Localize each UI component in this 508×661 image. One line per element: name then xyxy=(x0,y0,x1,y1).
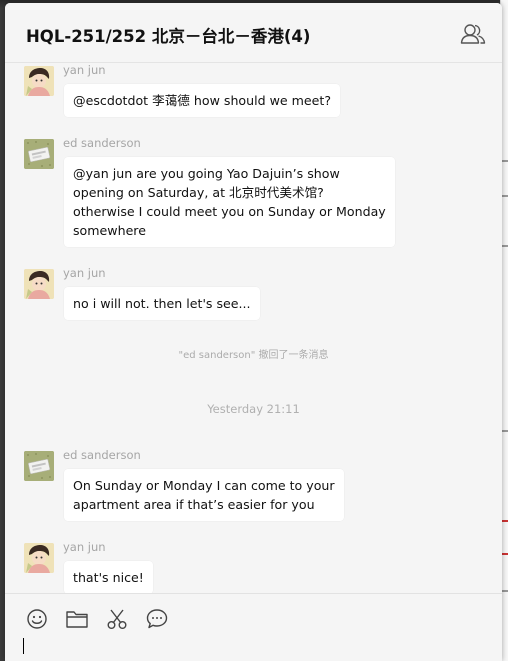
message-bubble[interactable]: that's nice! xyxy=(64,561,153,594)
sender-name: ed sanderson xyxy=(63,136,141,150)
background-mark xyxy=(502,195,508,197)
yan-jun-avatar[interactable] xyxy=(24,66,54,96)
sender-name: yan jun xyxy=(63,266,106,280)
message-bubble[interactable]: On Sunday or Monday I can come to your a… xyxy=(64,469,344,521)
chat-header: HQL-251/252 北京－台北－香港(4) xyxy=(5,3,502,63)
sender-name: ed sanderson xyxy=(63,448,141,462)
sender-name: yan jun xyxy=(63,64,106,77)
sender-name: yan jun xyxy=(63,540,106,554)
timestamp-divider: Yesterday 21:11 xyxy=(207,402,300,416)
ed-sanderson-avatar[interactable] xyxy=(24,451,54,481)
background-mark xyxy=(502,553,508,555)
message-line: @escdotdot 李蔼德 how should we meet? xyxy=(73,93,332,108)
message-line: opening on Saturday, at 北京时代美术馆? xyxy=(73,185,324,200)
emoji-icon[interactable] xyxy=(25,608,49,630)
background-mark xyxy=(502,520,508,522)
background-mark xyxy=(502,245,508,247)
message-line: otherwise I could meet you on Sunday or … xyxy=(73,204,386,219)
yan-jun-avatar[interactable] xyxy=(24,269,54,299)
scissors-icon[interactable] xyxy=(105,608,129,630)
background-mark xyxy=(502,160,508,162)
message-line: somewhere xyxy=(73,223,146,238)
message-line: no i will not. then let's see... xyxy=(73,296,251,311)
message-composer[interactable] xyxy=(5,593,502,661)
message-line: @yan jun are you going Yao Dajuin’s show xyxy=(73,166,340,181)
system-note: "ed sanderson" 撤回了一条消息 xyxy=(178,350,329,361)
message-bubble[interactable]: @yan jun are you going Yao Dajuin’s show… xyxy=(64,157,395,247)
folder-icon[interactable] xyxy=(65,608,89,630)
ed-sanderson-avatar[interactable] xyxy=(24,139,54,169)
yan-jun-avatar[interactable] xyxy=(24,543,54,573)
message-list[interactable]: yan jun @escdotdot 李蔼德 how should we mee… xyxy=(5,64,502,594)
group-icon[interactable] xyxy=(460,22,486,46)
message-line: that's nice! xyxy=(73,570,144,585)
background-mark xyxy=(502,430,508,432)
message-line: apartment area if that’s easier for you xyxy=(73,497,315,512)
chat-title: HQL-251/252 北京－台北－香港(4) xyxy=(26,27,311,46)
text-cursor xyxy=(23,638,24,654)
chat-bubble-icon[interactable] xyxy=(145,608,169,630)
message-bubble[interactable]: @escdotdot 李蔼德 how should we meet? xyxy=(64,84,341,117)
message-line: On Sunday or Monday I can come to your xyxy=(73,478,335,493)
chat-window: HQL-251/252 北京－台北－香港(4) yan jun @escdotd… xyxy=(5,3,502,661)
background-mark xyxy=(502,590,508,592)
message-bubble[interactable]: no i will not. then let's see... xyxy=(64,287,260,320)
